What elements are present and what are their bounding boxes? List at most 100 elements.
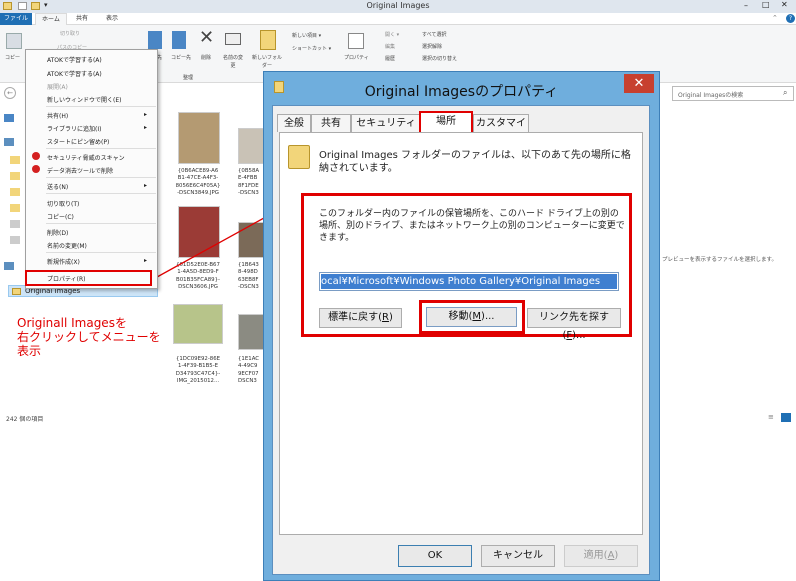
menu-item-copy[interactable]: コピー(C) (47, 212, 74, 221)
rename-label[interactable]: 名前の変更 (222, 54, 244, 70)
properties-highlight-box (25, 270, 152, 286)
library-icon[interactable] (10, 188, 20, 196)
library-icon[interactable] (10, 172, 20, 180)
tab-sharing[interactable]: 共有 (311, 114, 351, 132)
menu-item-data-erase[interactable]: データ消去ツールで削除 (47, 166, 113, 175)
delete-label[interactable]: 削除 (201, 54, 211, 61)
shortcut-button[interactable]: ショートカット ▾ (292, 45, 331, 52)
help-icon[interactable]: ? (786, 14, 795, 23)
copy-label[interactable]: コピー (5, 54, 20, 61)
dialog-close-button[interactable]: ✕ (624, 74, 654, 93)
menu-item-security-scan[interactable]: セキュリティ脅威のスキャン (47, 153, 125, 162)
edit-button[interactable]: 編集 (385, 43, 395, 50)
thumbnail-caption[interactable]: {1DC09E92-86E 1-4F39-B1B5-E D34793C47C4}- I… (168, 356, 228, 385)
thumbnail-view-icon[interactable] (781, 413, 791, 422)
copy-to-label[interactable]: コピー先 (171, 54, 191, 61)
drive-icon[interactable] (10, 236, 20, 244)
preview-pane-text: プレビューを表示するファイルを選択します。 (662, 257, 777, 263)
menu-item-properties[interactable]: プロパティ(R) (47, 274, 86, 283)
tab-customize[interactable]: カスタマイズ (473, 114, 529, 147)
move-button[interactable]: 移動(M)... (426, 307, 517, 327)
select-none-button[interactable]: 選択解除 (422, 43, 442, 50)
back-arrow-icon[interactable]: ← (4, 87, 16, 99)
library-icon[interactable] (10, 204, 20, 212)
chevron-up-icon[interactable]: ⌃ (772, 14, 778, 22)
menu-separator (46, 148, 156, 149)
dialog-panel: 全般 共有 セキュリティ 場所 カスタマイズ Original Images フ… (272, 105, 650, 575)
menu-item-new[interactable]: 新規作成(X) (47, 257, 80, 266)
security-scan-icon (32, 152, 40, 160)
menu-separator (46, 106, 156, 107)
menu-item-share[interactable]: 共有(H) (47, 111, 68, 120)
tab-location[interactable]: 場所 (419, 111, 473, 133)
ok-button[interactable]: OK (398, 545, 472, 567)
thumbnail-caption[interactable]: {1E1AC 4-49C9 9ECF07 DSCN3 (238, 356, 264, 385)
tab-home[interactable]: ホーム (35, 13, 67, 25)
delete-icon[interactable]: ✕ (199, 27, 214, 48)
open-button[interactable]: 開く ▾ (385, 31, 399, 38)
cancel-button[interactable]: キャンセル (481, 545, 555, 567)
copy-icon[interactable] (6, 33, 22, 49)
minimize-button[interactable]: – (744, 1, 748, 10)
menu-item-rename[interactable]: 名前の変更(M) (47, 241, 87, 250)
properties-dialog: Original Imagesのプロパティ ✕ 全般 共有 セキュリティ 場所 … (263, 71, 660, 581)
network-icon[interactable] (4, 262, 14, 270)
menu-separator (46, 252, 156, 253)
menu-item-atok-2[interactable]: ATOKで学習する(A) (47, 69, 102, 78)
menu-separator (46, 193, 156, 194)
folder-icon (12, 288, 21, 295)
drive-icon[interactable] (10, 220, 20, 228)
menu-item-expand[interactable]: 展開(A) (47, 82, 68, 91)
menu-item-send-to[interactable]: 送る(N) (47, 182, 68, 191)
close-window-button[interactable]: ✕ (781, 0, 788, 9)
menu-item-open-new-window[interactable]: 新しいウィンドウで開く(E) (47, 95, 121, 104)
location-highlight-box: このフォルダー内のファイルの保管場所を、このハード ドライブ上の別の 場所、別の… (301, 193, 632, 341)
tab-file[interactable]: ファイル (0, 13, 32, 25)
menu-item-atok-1[interactable]: ATOKで学習する(A) (47, 55, 102, 64)
new-item-button[interactable]: 新しい項目 ▾ (292, 32, 321, 39)
window-title: Original Images (366, 1, 430, 10)
history-button[interactable]: 履歴 (385, 55, 395, 62)
search-input[interactable]: Original Imagesの検索 ⌕ (672, 86, 794, 101)
move-to-icon[interactable] (148, 31, 162, 49)
menu-item-pin-to-start[interactable]: スタートにピン留め(P) (47, 137, 109, 146)
library-icon[interactable] (10, 156, 20, 164)
tab-view[interactable]: 表示 (100, 13, 124, 25)
menu-item-delete[interactable]: 削除(D) (47, 228, 68, 237)
submenu-arrow-icon: ▸ (143, 124, 147, 131)
thumbnail[interactable] (238, 128, 264, 164)
thumbnail[interactable] (173, 304, 223, 344)
favorites-icon[interactable] (4, 114, 14, 122)
dialog-title: Original Imagesのプロパティ (364, 84, 559, 100)
location-path-value: ocal¥Microsoft¥Windows Photo Gallery¥Ori… (321, 274, 617, 289)
thumbnail[interactable] (238, 314, 264, 350)
homegroup-icon[interactable] (4, 138, 14, 146)
maximize-button[interactable]: □ (762, 0, 770, 9)
restore-default-button[interactable]: 標準に戻す(R) (319, 308, 402, 328)
select-all-button[interactable]: すべて選択 (422, 31, 446, 38)
menu-separator (46, 177, 156, 178)
tab-general[interactable]: 全般 (277, 114, 311, 132)
group-organize: 整理 (183, 75, 194, 81)
thumbnail[interactable] (178, 112, 220, 164)
apply-button[interactable]: 適用(A) (564, 545, 638, 567)
copy-to-icon[interactable] (172, 31, 186, 49)
cut-button[interactable]: 切り取り (60, 30, 80, 37)
invert-selection-button[interactable]: 選択の切り替え (422, 55, 457, 62)
location-path-field[interactable]: ocal¥Microsoft¥Windows Photo Gallery¥Ori… (319, 272, 619, 291)
new-folder-icon[interactable] (260, 30, 276, 50)
tab-share[interactable]: 共有 (70, 13, 94, 25)
rename-icon[interactable] (225, 33, 241, 45)
menu-item-cut[interactable]: 切り取り(T) (47, 199, 79, 208)
submenu-arrow-icon: ▸ (143, 182, 147, 189)
properties-label[interactable]: プロパティ (344, 54, 369, 61)
data-erase-icon (32, 165, 40, 173)
properties-icon[interactable] (348, 33, 364, 49)
tab-security[interactable]: セキュリティ (351, 114, 421, 132)
location-info-text: このフォルダー内のファイルの保管場所を、このハード ドライブ上の別の 場所、別の… (319, 209, 625, 243)
new-folder-label[interactable]: 新しいフォルダー (252, 54, 282, 70)
menu-item-add-to-library[interactable]: ライブラリに追加(I) (47, 124, 101, 133)
search-placeholder: Original Imagesの検索 (678, 92, 744, 99)
find-target-button[interactable]: リンク先を探す(F)... (527, 308, 621, 341)
details-view-icon[interactable]: ≡ (768, 413, 774, 421)
